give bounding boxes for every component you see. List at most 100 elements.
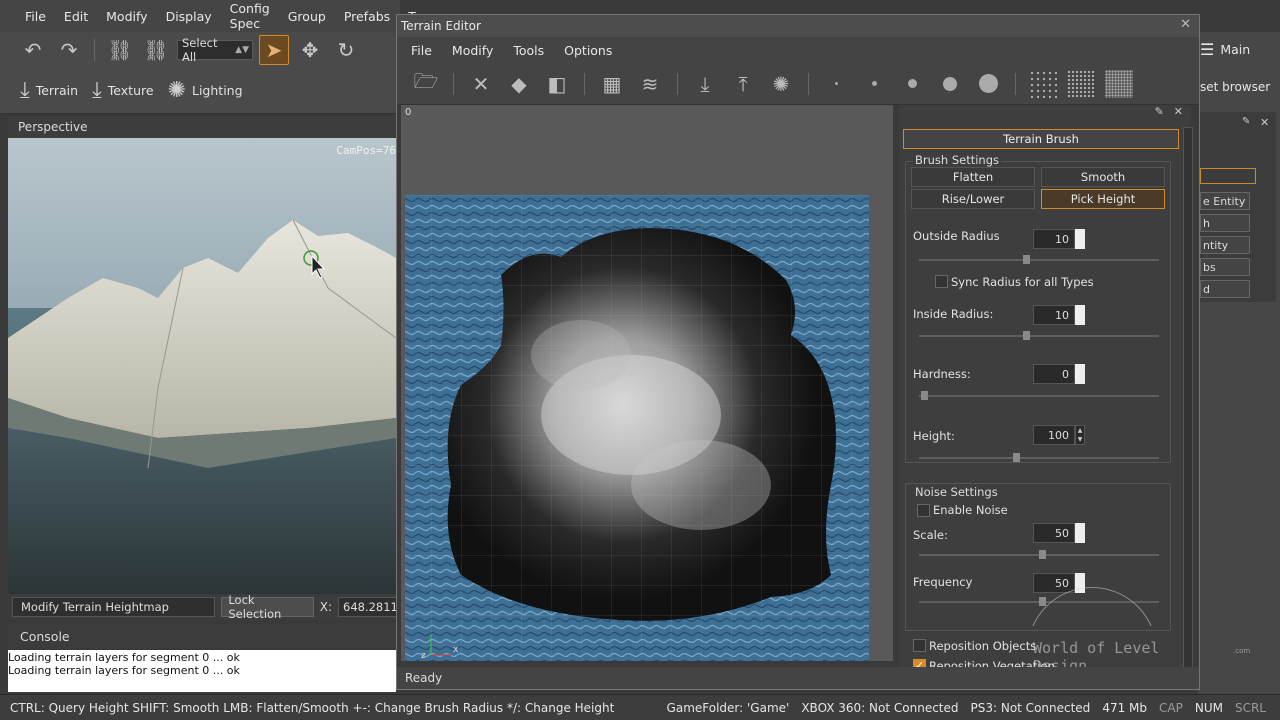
toolbar-separator — [808, 72, 809, 95]
height-input[interactable]: 100 — [1033, 425, 1075, 445]
scale-spinner[interactable] — [1075, 523, 1085, 543]
terrain-editor-window: Terrain Editor ✕ File Modify Tools Optio… — [396, 14, 1250, 690]
hardness-spinner[interactable] — [1075, 364, 1085, 384]
outside-radius-input[interactable]: 10 — [1033, 229, 1075, 249]
inside-radius-input[interactable]: 10 — [1033, 305, 1075, 325]
toolbar-separator — [584, 72, 585, 95]
outside-radius-knob[interactable] — [1023, 255, 1030, 264]
pin-icon[interactable]: ✎ — [1242, 116, 1250, 127]
scale-input[interactable]: 50 — [1033, 523, 1075, 543]
split-view-icon[interactable]: ◧ — [542, 69, 572, 99]
smooth-button[interactable]: Smooth — [1041, 167, 1165, 187]
toolbar-separator — [677, 72, 678, 95]
lock-selection-button[interactable]: Lock Selection — [221, 593, 314, 621]
te-menu-tools[interactable]: Tools — [513, 43, 544, 58]
import-icon[interactable]: ⤓ — [690, 69, 720, 99]
hardness-slider[interactable] — [919, 395, 1159, 397]
terrain-tool-button[interactable]: ⤓ Terrain — [20, 78, 78, 103]
outside-radius-slider[interactable] — [919, 259, 1159, 261]
inside-radius-spinner[interactable] — [1075, 305, 1085, 325]
menu-group[interactable]: Group — [279, 9, 335, 24]
te-menu-modify[interactable]: Modify — [452, 43, 493, 58]
dot-grid-medium-icon[interactable] — [1066, 69, 1096, 99]
dot-grid-large-icon[interactable] — [1104, 69, 1134, 99]
rotate-icon[interactable]: ↻ — [331, 35, 361, 65]
viewport-header: Perspective — [8, 116, 400, 138]
flatten-button[interactable]: Flatten — [911, 167, 1035, 187]
list-item[interactable]: ntity — [1200, 236, 1250, 254]
list-item[interactable]: d — [1200, 280, 1250, 298]
sync-radius-checkbox[interactable] — [935, 275, 948, 288]
texture-tool-button[interactable]: ⤓ Texture — [92, 78, 154, 103]
console-title: Console — [20, 628, 70, 644]
terrain-editor-title: Terrain Editor — [401, 19, 481, 33]
list-item[interactable]: bs — [1200, 258, 1250, 276]
list-item[interactable]: e Entity — [1200, 192, 1250, 210]
list-item[interactable]: h — [1200, 214, 1250, 232]
main-button[interactable]: ☰ Main — [1200, 36, 1270, 62]
open-folder-icon[interactable]: 🗁 — [411, 69, 441, 99]
noise-settings-label: Noise Settings — [913, 485, 1000, 499]
export-icon[interactable]: ⤒ — [728, 69, 758, 99]
frequency-knob[interactable] — [1039, 597, 1046, 606]
outside-radius-spinner[interactable] — [1075, 229, 1085, 249]
heightmap-texture-icon[interactable]: ▦ — [597, 69, 627, 99]
terrain-brush-header: Terrain Brush — [903, 129, 1179, 149]
menu-file[interactable]: File — [16, 9, 55, 24]
te-menu-options[interactable]: Options — [564, 43, 612, 58]
heightmap-view[interactable]: 0 x z — [401, 105, 893, 661]
brush-size-3-icon[interactable] — [897, 69, 927, 99]
link-icon[interactable]: ⛓ — [105, 35, 135, 65]
light-icon[interactable]: ✺ — [766, 69, 796, 99]
rise-lower-button[interactable]: Rise/Lower — [911, 189, 1035, 209]
brush-size-1-icon[interactable] — [821, 69, 851, 99]
undo-icon[interactable]: ↶ — [18, 35, 48, 65]
move-icon[interactable]: ✥ — [295, 35, 325, 65]
inside-radius-knob[interactable] — [1023, 331, 1030, 340]
redo-icon[interactable]: ↷ — [54, 35, 84, 65]
height-spin-arrows-icon[interactable]: ▲ ▼ — [1075, 425, 1085, 445]
hardness-knob[interactable] — [921, 391, 928, 400]
menu-modify[interactable]: Modify — [97, 9, 156, 24]
brush-panel-scrollbar[interactable] — [1183, 127, 1193, 685]
toolbar-separator — [94, 39, 95, 61]
brush-size-5-icon[interactable] — [973, 69, 1003, 99]
hardness-input[interactable]: 0 — [1033, 364, 1075, 384]
delete-icon[interactable]: ✕ — [466, 69, 496, 99]
highlighted-item[interactable] — [1200, 168, 1256, 184]
menu-prefabs[interactable]: Prefabs — [335, 9, 399, 24]
main-label: Main — [1220, 41, 1251, 57]
height-slider[interactable] — [919, 457, 1159, 459]
pin-icon[interactable]: ✎ — [1155, 105, 1164, 125]
close-icon[interactable]: ✕ — [1174, 105, 1183, 125]
water-icon[interactable]: ≋ — [635, 69, 665, 99]
brush-size-4-icon[interactable] — [935, 69, 965, 99]
close-icon[interactable]: ✕ — [1260, 116, 1269, 129]
x-coordinate-field[interactable]: 648.2811 — [338, 597, 400, 617]
scale-knob[interactable] — [1039, 550, 1046, 559]
console-output[interactable]: Loading terrain layers for segment 0 ...… — [8, 650, 396, 692]
brush-size-2-icon[interactable] — [859, 69, 889, 99]
lighting-tool-button[interactable]: ✺ Lighting — [168, 78, 243, 103]
dot-grid-small-icon[interactable] — [1028, 69, 1058, 99]
inside-radius-slider[interactable] — [919, 335, 1159, 337]
entity-list: e Entity h ntity bs d — [1200, 188, 1250, 302]
eraser-icon[interactable]: ◆ — [504, 69, 534, 99]
menu-config-spec[interactable]: Config Spec — [221, 1, 279, 31]
panel-top-controls: ✎ ✕ — [899, 105, 1191, 125]
te-menu-file[interactable]: File — [411, 43, 432, 58]
height-knob[interactable] — [1013, 453, 1020, 462]
close-icon[interactable]: ✕ — [1180, 17, 1191, 32]
texture-label: Texture — [107, 83, 154, 98]
unlink-icon[interactable]: ⛓ — [141, 35, 171, 65]
perspective-viewport[interactable]: CamPos=76 — [8, 138, 396, 594]
select-arrow-icon[interactable]: ➤ — [259, 35, 289, 65]
select-all-dropdown[interactable]: Select All ▲▼ — [177, 36, 253, 64]
xbox-status: XBOX 360: Not Connected — [801, 700, 959, 715]
menu-edit[interactable]: Edit — [55, 9, 97, 24]
reposition-objects-checkbox[interactable] — [913, 639, 926, 652]
asset-browser-tab[interactable]: set browser — [1200, 80, 1280, 102]
pick-height-button[interactable]: Pick Height — [1041, 189, 1165, 209]
enable-noise-checkbox[interactable] — [917, 504, 930, 517]
menu-display[interactable]: Display — [157, 9, 221, 24]
